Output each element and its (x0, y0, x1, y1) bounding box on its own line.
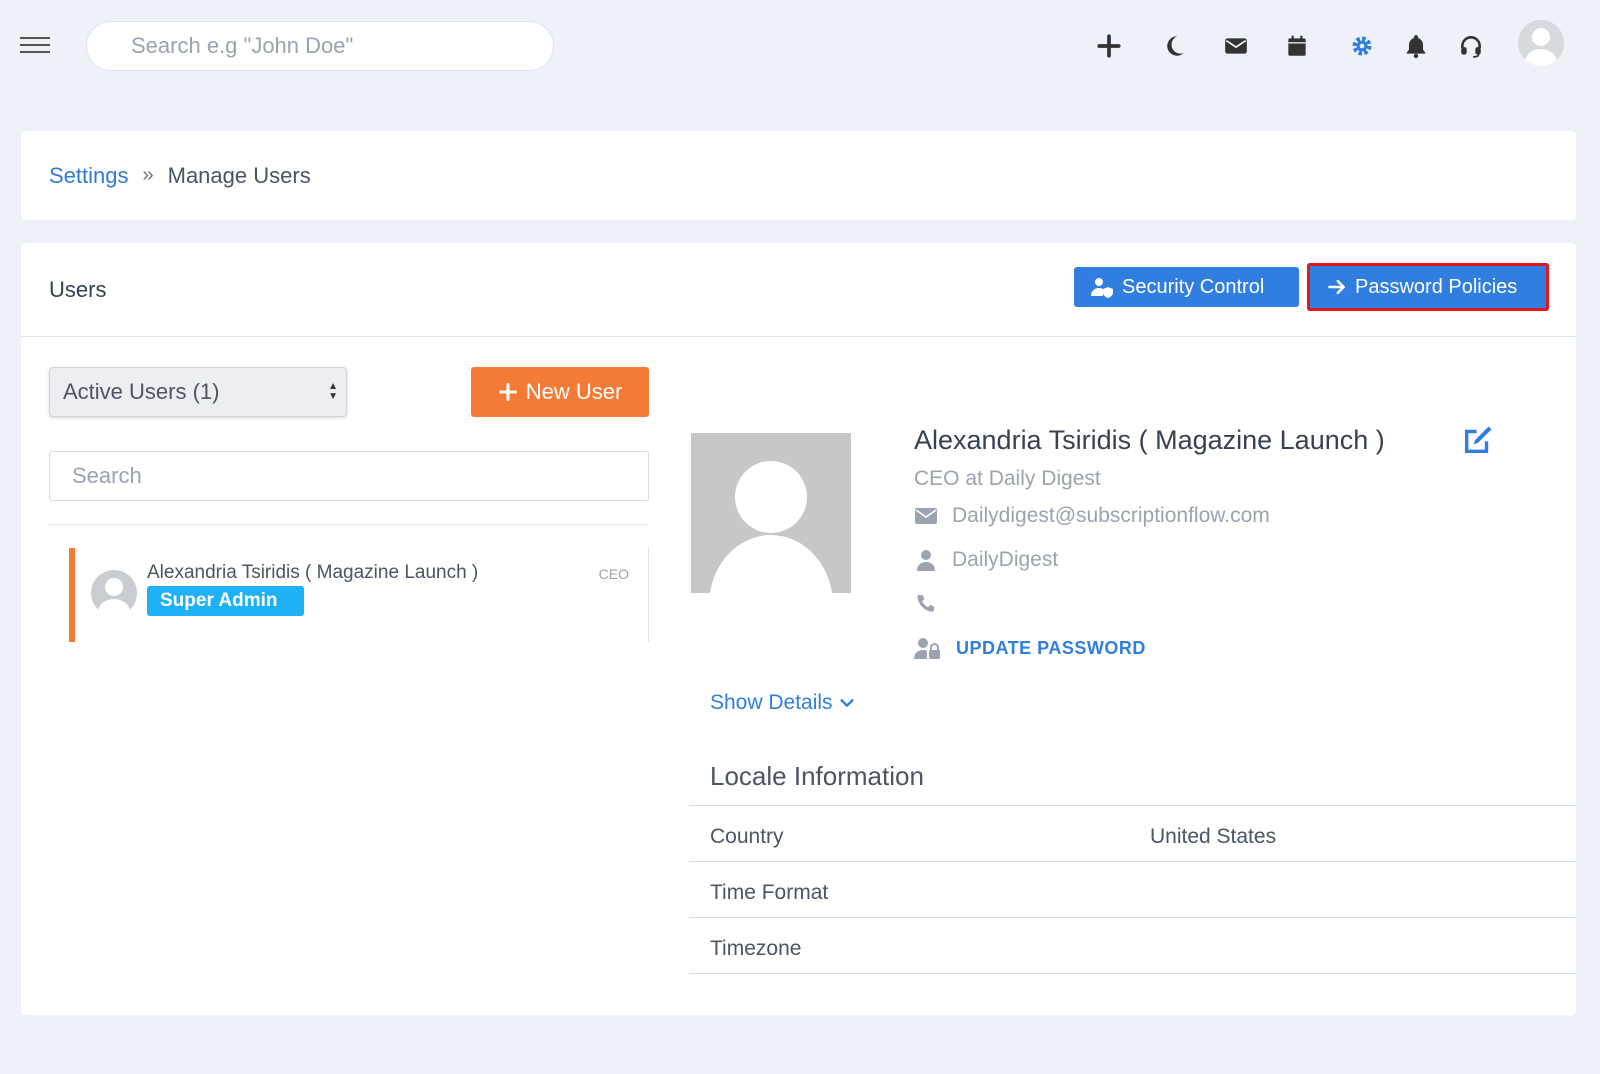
divider (689, 973, 1577, 974)
locale-label-country: Country (710, 825, 784, 848)
user-name: Alexandria Tsiridis ( Magazine Launch ) (147, 562, 479, 583)
divider (689, 917, 1577, 918)
edit-icon[interactable] (1461, 423, 1495, 457)
profile-name: Alexandria Tsiridis ( Magazine Launch ) (914, 425, 1385, 455)
calendar-icon[interactable] (1281, 30, 1313, 62)
users-card: Users Security Control Password Policies… (21, 243, 1577, 1015)
card-title: Users (49, 277, 107, 302)
list-item[interactable]: Alexandria Tsiridis ( Magazine Launch ) … (69, 548, 649, 642)
user-filter-value: Active Users (1) (63, 379, 220, 404)
sort-arrows-icon: ▲ ▼ (328, 381, 338, 402)
avatar (91, 570, 137, 616)
card-header: Users Security Control Password Policies (21, 243, 1576, 337)
user-filter-select[interactable]: Active Users (1) ▲ ▼ (49, 367, 347, 417)
update-password-row: UPDATE PASSWORD (914, 636, 1146, 660)
security-control-label: Security Control (1122, 275, 1265, 298)
new-user-button[interactable]: New User (471, 367, 649, 417)
locale-value-country: United States (1150, 825, 1277, 848)
show-details-label: Show Details (710, 691, 833, 714)
locale-label-time-format: Time Format (710, 881, 829, 904)
arrow-right-icon (1328, 279, 1345, 295)
profile-email: Dailydigest@subscriptionflow.com (952, 504, 1270, 527)
plus-icon (498, 383, 517, 401)
user-lock-icon (914, 638, 940, 659)
avatar[interactable] (1518, 20, 1564, 66)
phone-icon (917, 595, 934, 612)
phone-row (914, 591, 952, 615)
breadcrumb-settings-link[interactable]: Settings (49, 163, 129, 189)
password-policies-label: Password Policies (1355, 275, 1518, 298)
gear-icon[interactable] (1346, 30, 1378, 62)
mail-icon[interactable] (1220, 30, 1252, 62)
profile-username: DailyDigest (952, 548, 1059, 571)
mail-icon (915, 508, 937, 524)
breadcrumb-separator: » (142, 164, 154, 186)
email-row: Dailydigest@subscriptionflow.com (914, 504, 1270, 528)
global-search-input[interactable] (86, 21, 554, 71)
profile-photo (691, 433, 851, 593)
show-details-toggle[interactable]: Show Details (710, 691, 855, 715)
password-policies-button[interactable]: Password Policies (1307, 263, 1549, 311)
security-control-button[interactable]: Security Control (1074, 267, 1299, 307)
new-user-label: New User (525, 379, 623, 404)
chevron-down-icon (840, 699, 854, 707)
username-row: DailyDigest (914, 548, 1058, 572)
divider (648, 548, 649, 642)
locale-title: Locale Information (710, 761, 924, 791)
user-search-input[interactable] (49, 451, 649, 501)
divider (49, 524, 649, 525)
headset-icon[interactable] (1455, 30, 1487, 62)
breadcrumb-current: Manage Users (167, 162, 311, 188)
plus-icon[interactable] (1093, 30, 1125, 62)
user-shield-icon (1091, 278, 1113, 298)
role-badge: Super Admin (147, 586, 304, 616)
locale-label-timezone: Timezone (710, 937, 802, 960)
bell-icon[interactable] (1400, 30, 1432, 62)
divider (689, 861, 1577, 862)
moon-icon[interactable] (1158, 30, 1190, 62)
user-icon (917, 550, 935, 571)
breadcrumb: Settings » Manage Users (21, 131, 1576, 220)
menu-icon[interactable] (20, 37, 50, 55)
profile-title: CEO at Daily Digest (914, 467, 1101, 490)
top-bar (0, 0, 1600, 90)
user-role: CEO (598, 566, 629, 582)
divider (689, 805, 1577, 806)
update-password-link[interactable]: UPDATE PASSWORD (956, 638, 1146, 659)
